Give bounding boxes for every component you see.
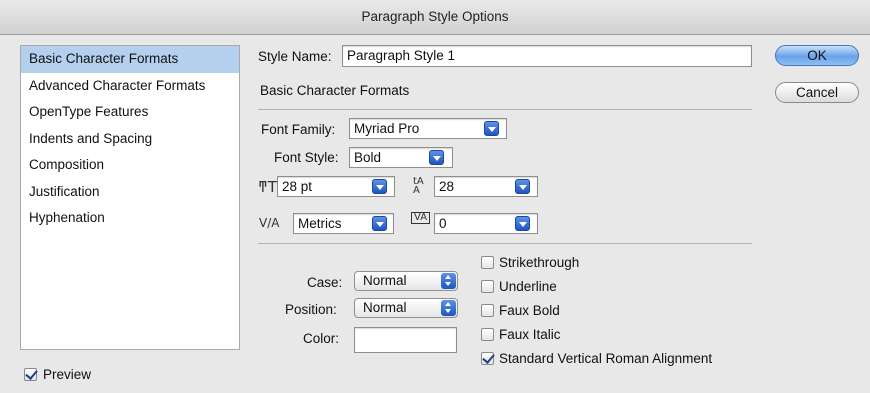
faux-italic-checkbox[interactable] <box>481 328 494 341</box>
style-name-input[interactable]: Paragraph Style 1 <box>342 45 752 67</box>
standard-vertical-roman-alignment-checkbox[interactable] <box>481 352 494 365</box>
style-name-label: Style Name: <box>258 49 332 64</box>
preview-label: Preview <box>43 367 92 382</box>
position-label: Position: <box>285 302 337 317</box>
strikethrough-checkbox[interactable] <box>481 256 494 269</box>
underline-checkbox[interactable] <box>481 280 494 293</box>
sidebar-item-opentype-features[interactable]: OpenType Features <box>21 99 239 126</box>
strikethrough-label: Strikethrough <box>499 255 580 270</box>
sidebar-item-advanced-character-formats[interactable]: Advanced Character Formats <box>21 73 239 100</box>
dialog-window: Paragraph Style Options Basic Character … <box>0 0 870 393</box>
font-size-icon: ͳT <box>258 178 277 196</box>
font-style-dropdown-arrow-icon[interactable] <box>429 150 444 165</box>
sidebar-item-hyphenation[interactable]: Hyphenation <box>21 205 239 232</box>
preview-option[interactable]: Preview <box>24 367 91 382</box>
case-value: Normal <box>363 273 407 288</box>
dialog-title: Paragraph Style Options <box>0 0 870 35</box>
faux-italic-option[interactable]: Faux Italic <box>481 327 561 342</box>
ok-button[interactable]: OK <box>775 45 859 66</box>
position-popup[interactable]: Normal <box>354 298 458 318</box>
sidebar-item-justification[interactable]: Justification <box>21 179 239 206</box>
standard-vertical-roman-alignment-label: Standard Vertical Roman Alignment <box>499 351 713 366</box>
strikethrough-option[interactable]: Strikethrough <box>481 255 579 270</box>
font-family-dropdown-arrow-icon[interactable] <box>484 121 499 136</box>
font-family-label: Font Family: <box>261 122 336 137</box>
category-list: Basic Character Formats Advanced Charact… <box>20 45 240 350</box>
leading-icon: tA A <box>413 176 424 196</box>
faux-bold-label: Faux Bold <box>499 303 560 318</box>
standard-vertical-roman-alignment-option[interactable]: Standard Vertical Roman Alignment <box>481 351 712 366</box>
color-field[interactable] <box>354 327 457 353</box>
case-popup[interactable]: Normal <box>354 271 458 291</box>
faux-bold-checkbox[interactable] <box>481 304 494 317</box>
sidebar-item-basic-character-formats[interactable]: Basic Character Formats <box>21 46 239 73</box>
leading-dropdown-arrow-icon[interactable] <box>515 179 530 194</box>
kerning-dropdown-arrow-icon[interactable] <box>372 216 387 231</box>
tracking-dropdown-arrow-icon[interactable] <box>515 216 530 231</box>
sidebar-item-composition[interactable]: Composition <box>21 152 239 179</box>
section-divider <box>258 109 752 110</box>
case-label: Case: <box>307 275 343 290</box>
cancel-button[interactable]: Cancel <box>775 82 859 103</box>
faux-bold-option[interactable]: Faux Bold <box>481 303 560 318</box>
color-label: Color: <box>303 331 340 346</box>
preview-checkbox[interactable] <box>24 368 37 381</box>
sidebar-item-indents-and-spacing[interactable]: Indents and Spacing <box>21 126 239 153</box>
font-style-label: Font Style: <box>274 150 339 165</box>
position-stepper-arrows-icon <box>441 300 456 316</box>
underline-option[interactable]: Underline <box>481 279 557 294</box>
options-divider <box>258 243 752 244</box>
case-stepper-arrows-icon <box>441 273 456 289</box>
font-size-dropdown-arrow-icon[interactable] <box>372 179 387 194</box>
faux-italic-label: Faux Italic <box>499 327 561 342</box>
tracking-icon: VA <box>411 212 431 224</box>
kerning-icon: V/A <box>259 216 280 230</box>
underline-label: Underline <box>499 279 557 294</box>
section-title: Basic Character Formats <box>260 83 410 98</box>
position-value: Normal <box>363 300 407 315</box>
